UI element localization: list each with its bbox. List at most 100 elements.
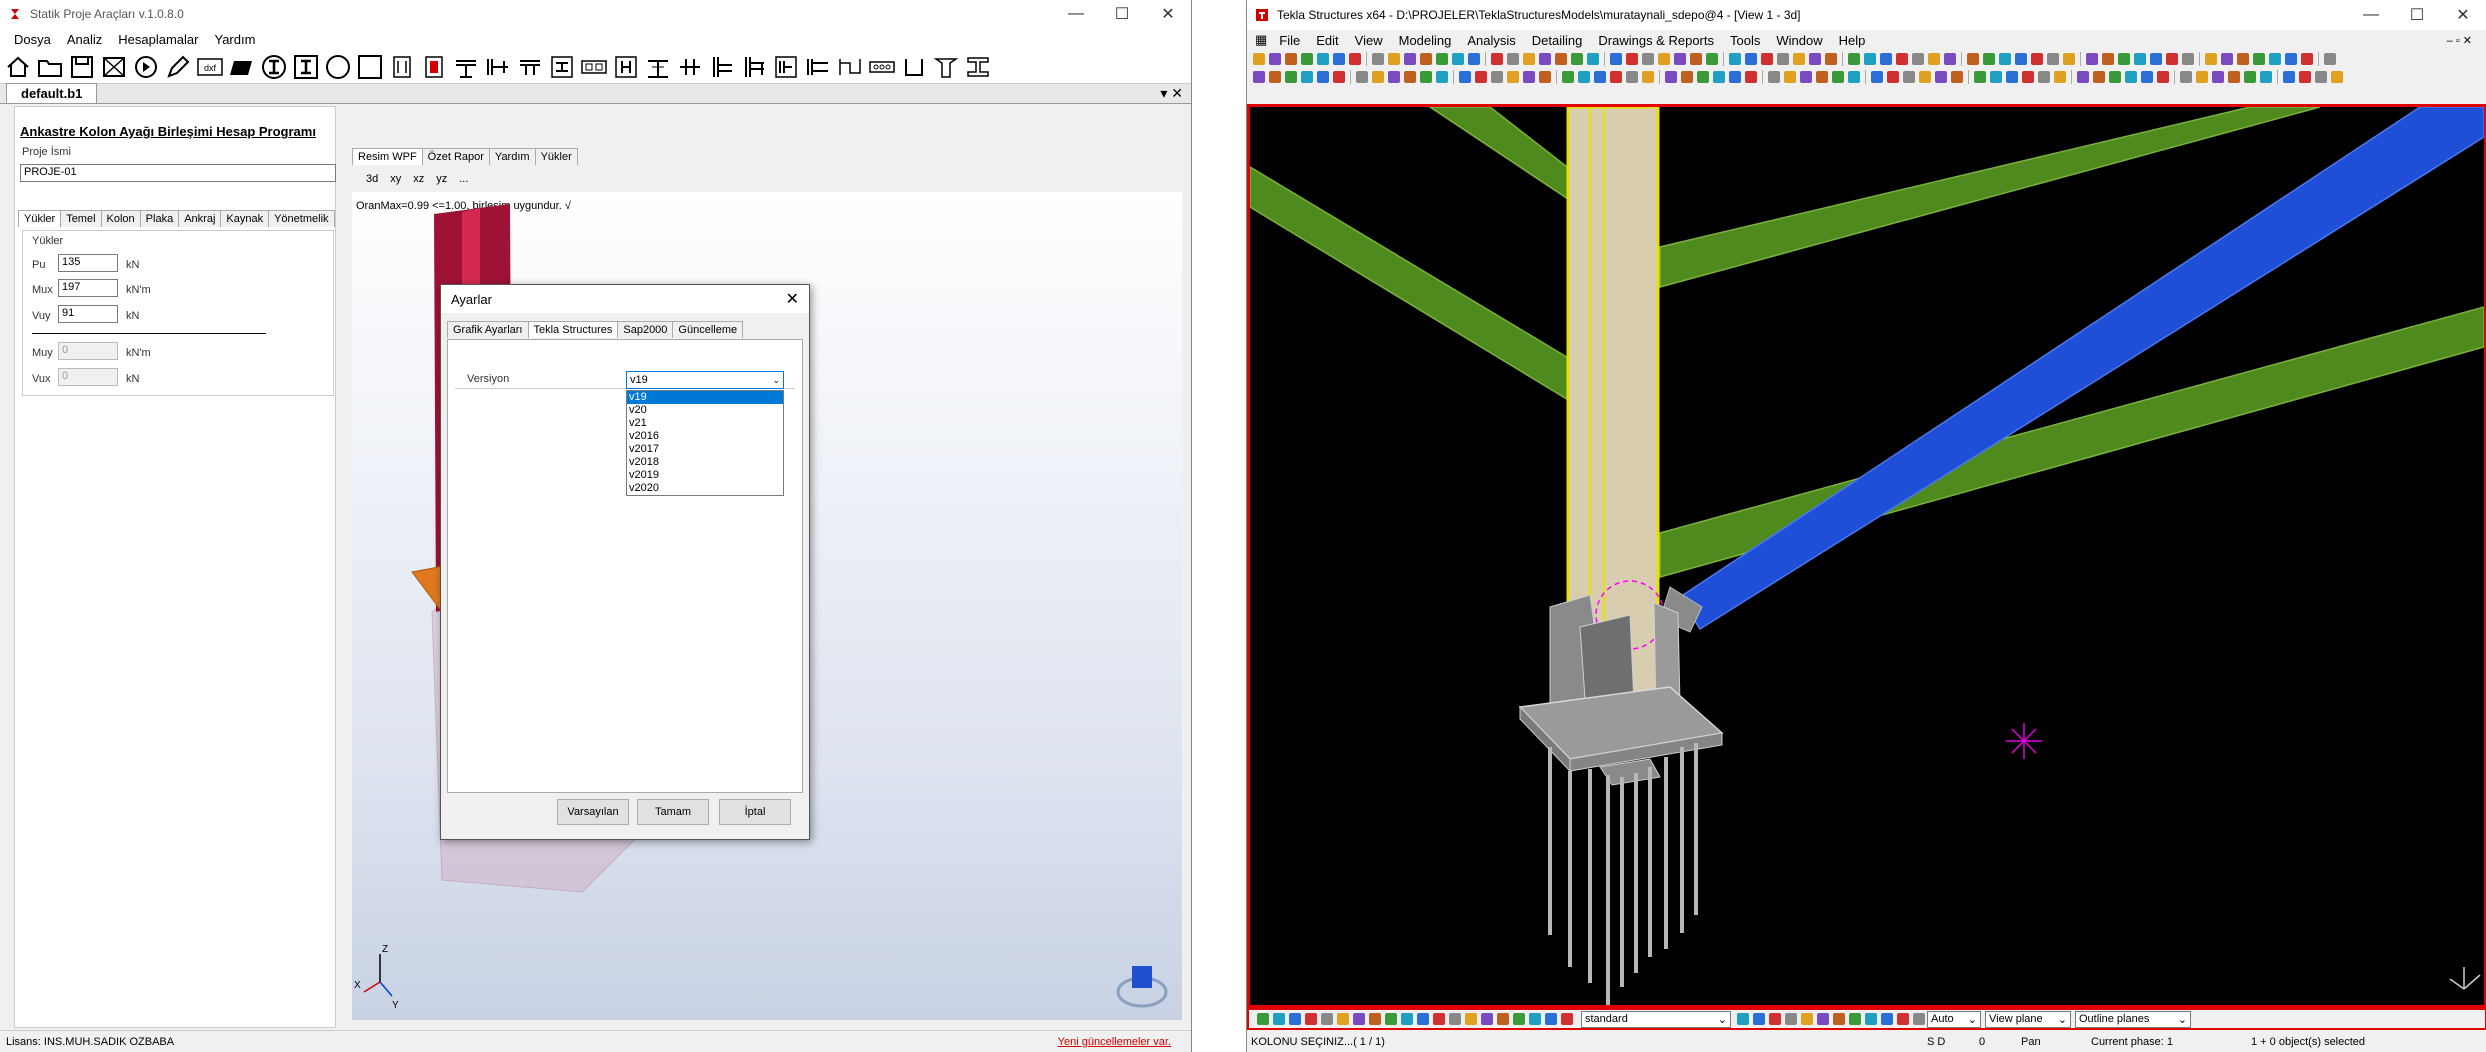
toolbar-tool-icon[interactable] — [1388, 53, 1400, 65]
toolbar-tool-icon[interactable] — [1897, 1013, 1909, 1025]
toolbar-tool-icon[interactable] — [1864, 53, 1876, 65]
version-option[interactable]: v2019 — [627, 469, 783, 482]
view-btn-xy[interactable]: xy — [384, 173, 407, 185]
toolbar-tool-icon[interactable] — [2331, 71, 2343, 83]
version-option[interactable]: v2017 — [627, 443, 783, 456]
toolbar-tool-icon[interactable] — [1777, 53, 1789, 65]
toolbar-tool-icon[interactable] — [1784, 71, 1796, 83]
version-option[interactable]: v2020 — [627, 482, 783, 495]
connection-1-icon[interactable] — [386, 52, 418, 82]
toolbar-tool-icon[interactable] — [2015, 53, 2027, 65]
tab-temel[interactable]: Temel — [60, 210, 102, 227]
toolbar-tool-icon[interactable] — [1349, 53, 1361, 65]
cancel-button[interactable]: İptal — [719, 799, 791, 825]
toolbar-tool-icon[interactable] — [1944, 53, 1956, 65]
toolbar-tool-icon[interactable] — [1665, 71, 1677, 83]
menu-drawings-reports[interactable]: Drawings & Reports — [1590, 33, 1722, 48]
tab-ankraj[interactable]: Ankraj — [178, 210, 222, 227]
menu-edit[interactable]: Edit — [1308, 33, 1346, 48]
toolbar-tool-icon[interactable] — [1356, 71, 1368, 83]
toolbar-tool-icon[interactable] — [1801, 1013, 1813, 1025]
i-section-circle-icon[interactable] — [258, 52, 290, 82]
doc-tab-default[interactable]: default.b1 — [6, 83, 98, 103]
menu-yardim[interactable]: Yardım — [206, 32, 263, 47]
toolbar-tool-icon[interactable] — [1849, 1013, 1861, 1025]
connection-2-icon[interactable] — [418, 52, 450, 82]
toolbar-tool-icon[interactable] — [1321, 1013, 1333, 1025]
toolbar-tool-icon[interactable] — [2157, 71, 2169, 83]
version-option[interactable]: v20 — [627, 404, 783, 417]
toolbar-tool-icon[interactable] — [1761, 53, 1773, 65]
plate-icon[interactable] — [226, 52, 258, 82]
toolbar-tool-icon[interactable] — [1404, 53, 1416, 65]
toolbar-tool-icon[interactable] — [1848, 53, 1860, 65]
toolbar-tool-icon[interactable] — [1610, 71, 1622, 83]
toolbar-tool-icon[interactable] — [2324, 53, 2336, 65]
toolbar-tool-icon[interactable] — [1285, 53, 1297, 65]
tab-yukler-view[interactable]: Yükler — [534, 148, 578, 165]
toolbar-tool-icon[interactable] — [2031, 53, 2043, 65]
menu-window[interactable]: Window — [1768, 33, 1830, 48]
ok-button[interactable]: Tamam — [637, 799, 709, 825]
toolbar-tool-icon[interactable] — [1642, 53, 1654, 65]
t-section-icon[interactable] — [930, 52, 962, 82]
toolbar-tool-icon[interactable] — [2180, 71, 2192, 83]
toolbar-tool-icon[interactable] — [1903, 71, 1915, 83]
toolbar-tool-icon[interactable] — [2228, 71, 2240, 83]
tab-ozet-rapor[interactable]: Özet Rapor — [421, 148, 490, 165]
toolbar-tool-icon[interactable] — [1848, 71, 1860, 83]
toolbar-tool-icon[interactable] — [1273, 1013, 1285, 1025]
toolbar-tool-icon[interactable] — [1881, 1013, 1893, 1025]
toolbar-tool-icon[interactable] — [1935, 71, 1947, 83]
toolbar-tool-icon[interactable] — [2141, 71, 2153, 83]
toolbar-tool-icon[interactable] — [1436, 53, 1448, 65]
toolbar-tool-icon[interactable] — [1513, 1013, 1525, 1025]
toolbar-tool-icon[interactable] — [2205, 53, 2217, 65]
toolbar-tool-icon[interactable] — [1253, 53, 1265, 65]
default-button[interactable]: Varsayılan — [557, 799, 629, 825]
version-option[interactable]: v19 — [627, 391, 783, 404]
toolbar-tool-icon[interactable] — [2118, 53, 2130, 65]
toolbar-tool-icon[interactable] — [1999, 53, 2011, 65]
toolbar-tool-icon[interactable] — [2038, 71, 2050, 83]
view-btn-more[interactable]: ... — [453, 173, 474, 185]
toolbar-tool-icon[interactable] — [1545, 1013, 1557, 1025]
tab-resim-wpf[interactable]: Resim WPF — [352, 148, 423, 165]
toolbar-tool-icon[interactable] — [2047, 53, 2059, 65]
toolbar-tool-icon[interactable] — [2221, 53, 2233, 65]
version-select[interactable]: v19 ⌄ — [626, 371, 784, 389]
toolbar-tool-icon[interactable] — [1269, 71, 1281, 83]
menu-modeling[interactable]: Modeling — [1391, 33, 1460, 48]
toolbar-tool-icon[interactable] — [1562, 71, 1574, 83]
toolbar-tool-icon[interactable] — [1404, 71, 1416, 83]
toolbar-tool-icon[interactable] — [1865, 1013, 1877, 1025]
beam-column-2-icon[interactable] — [482, 52, 514, 82]
toolbar-tool-icon[interactable] — [1626, 53, 1638, 65]
splice-1-icon[interactable] — [546, 52, 578, 82]
dialog-close-icon[interactable]: ✕ — [786, 289, 799, 309]
toolbar-tool-icon[interactable] — [1253, 71, 1265, 83]
toolbar-tool-icon[interactable] — [2077, 71, 2089, 83]
toolbar-tool-icon[interactable] — [2260, 71, 2272, 83]
toolbar-tool-icon[interactable] — [1816, 71, 1828, 83]
toolbar-tool-icon[interactable] — [2150, 53, 2162, 65]
toolbar-tool-icon[interactable] — [2086, 53, 2098, 65]
toolbar-tool-icon[interactable] — [2285, 53, 2297, 65]
view-btn-xz[interactable]: xz — [407, 173, 430, 185]
toolbar-tool-icon[interactable] — [1674, 53, 1686, 65]
box-section-icon[interactable] — [354, 52, 386, 82]
toolbar-tool-icon[interactable] — [1481, 1013, 1493, 1025]
toolbar-tool-icon[interactable] — [1753, 1013, 1765, 1025]
toolbar-tool-icon[interactable] — [1880, 53, 1892, 65]
toolbar-tool-icon[interactable] — [1257, 1013, 1269, 1025]
toolbar-tool-icon[interactable] — [1768, 71, 1780, 83]
toolbar-tool-icon[interactable] — [2244, 71, 2256, 83]
toolbar-tool-icon[interactable] — [1912, 53, 1924, 65]
brace-2-icon[interactable] — [674, 52, 706, 82]
toolbar-tool-icon[interactable] — [1809, 53, 1821, 65]
toolbar-tool-icon[interactable] — [1491, 71, 1503, 83]
tab-yardim[interactable]: Yardım — [488, 148, 536, 165]
toolbar-tool-icon[interactable] — [1372, 53, 1384, 65]
toolbar-tool-icon[interactable] — [1417, 1013, 1429, 1025]
toolbar-tool-icon[interactable] — [1452, 53, 1464, 65]
